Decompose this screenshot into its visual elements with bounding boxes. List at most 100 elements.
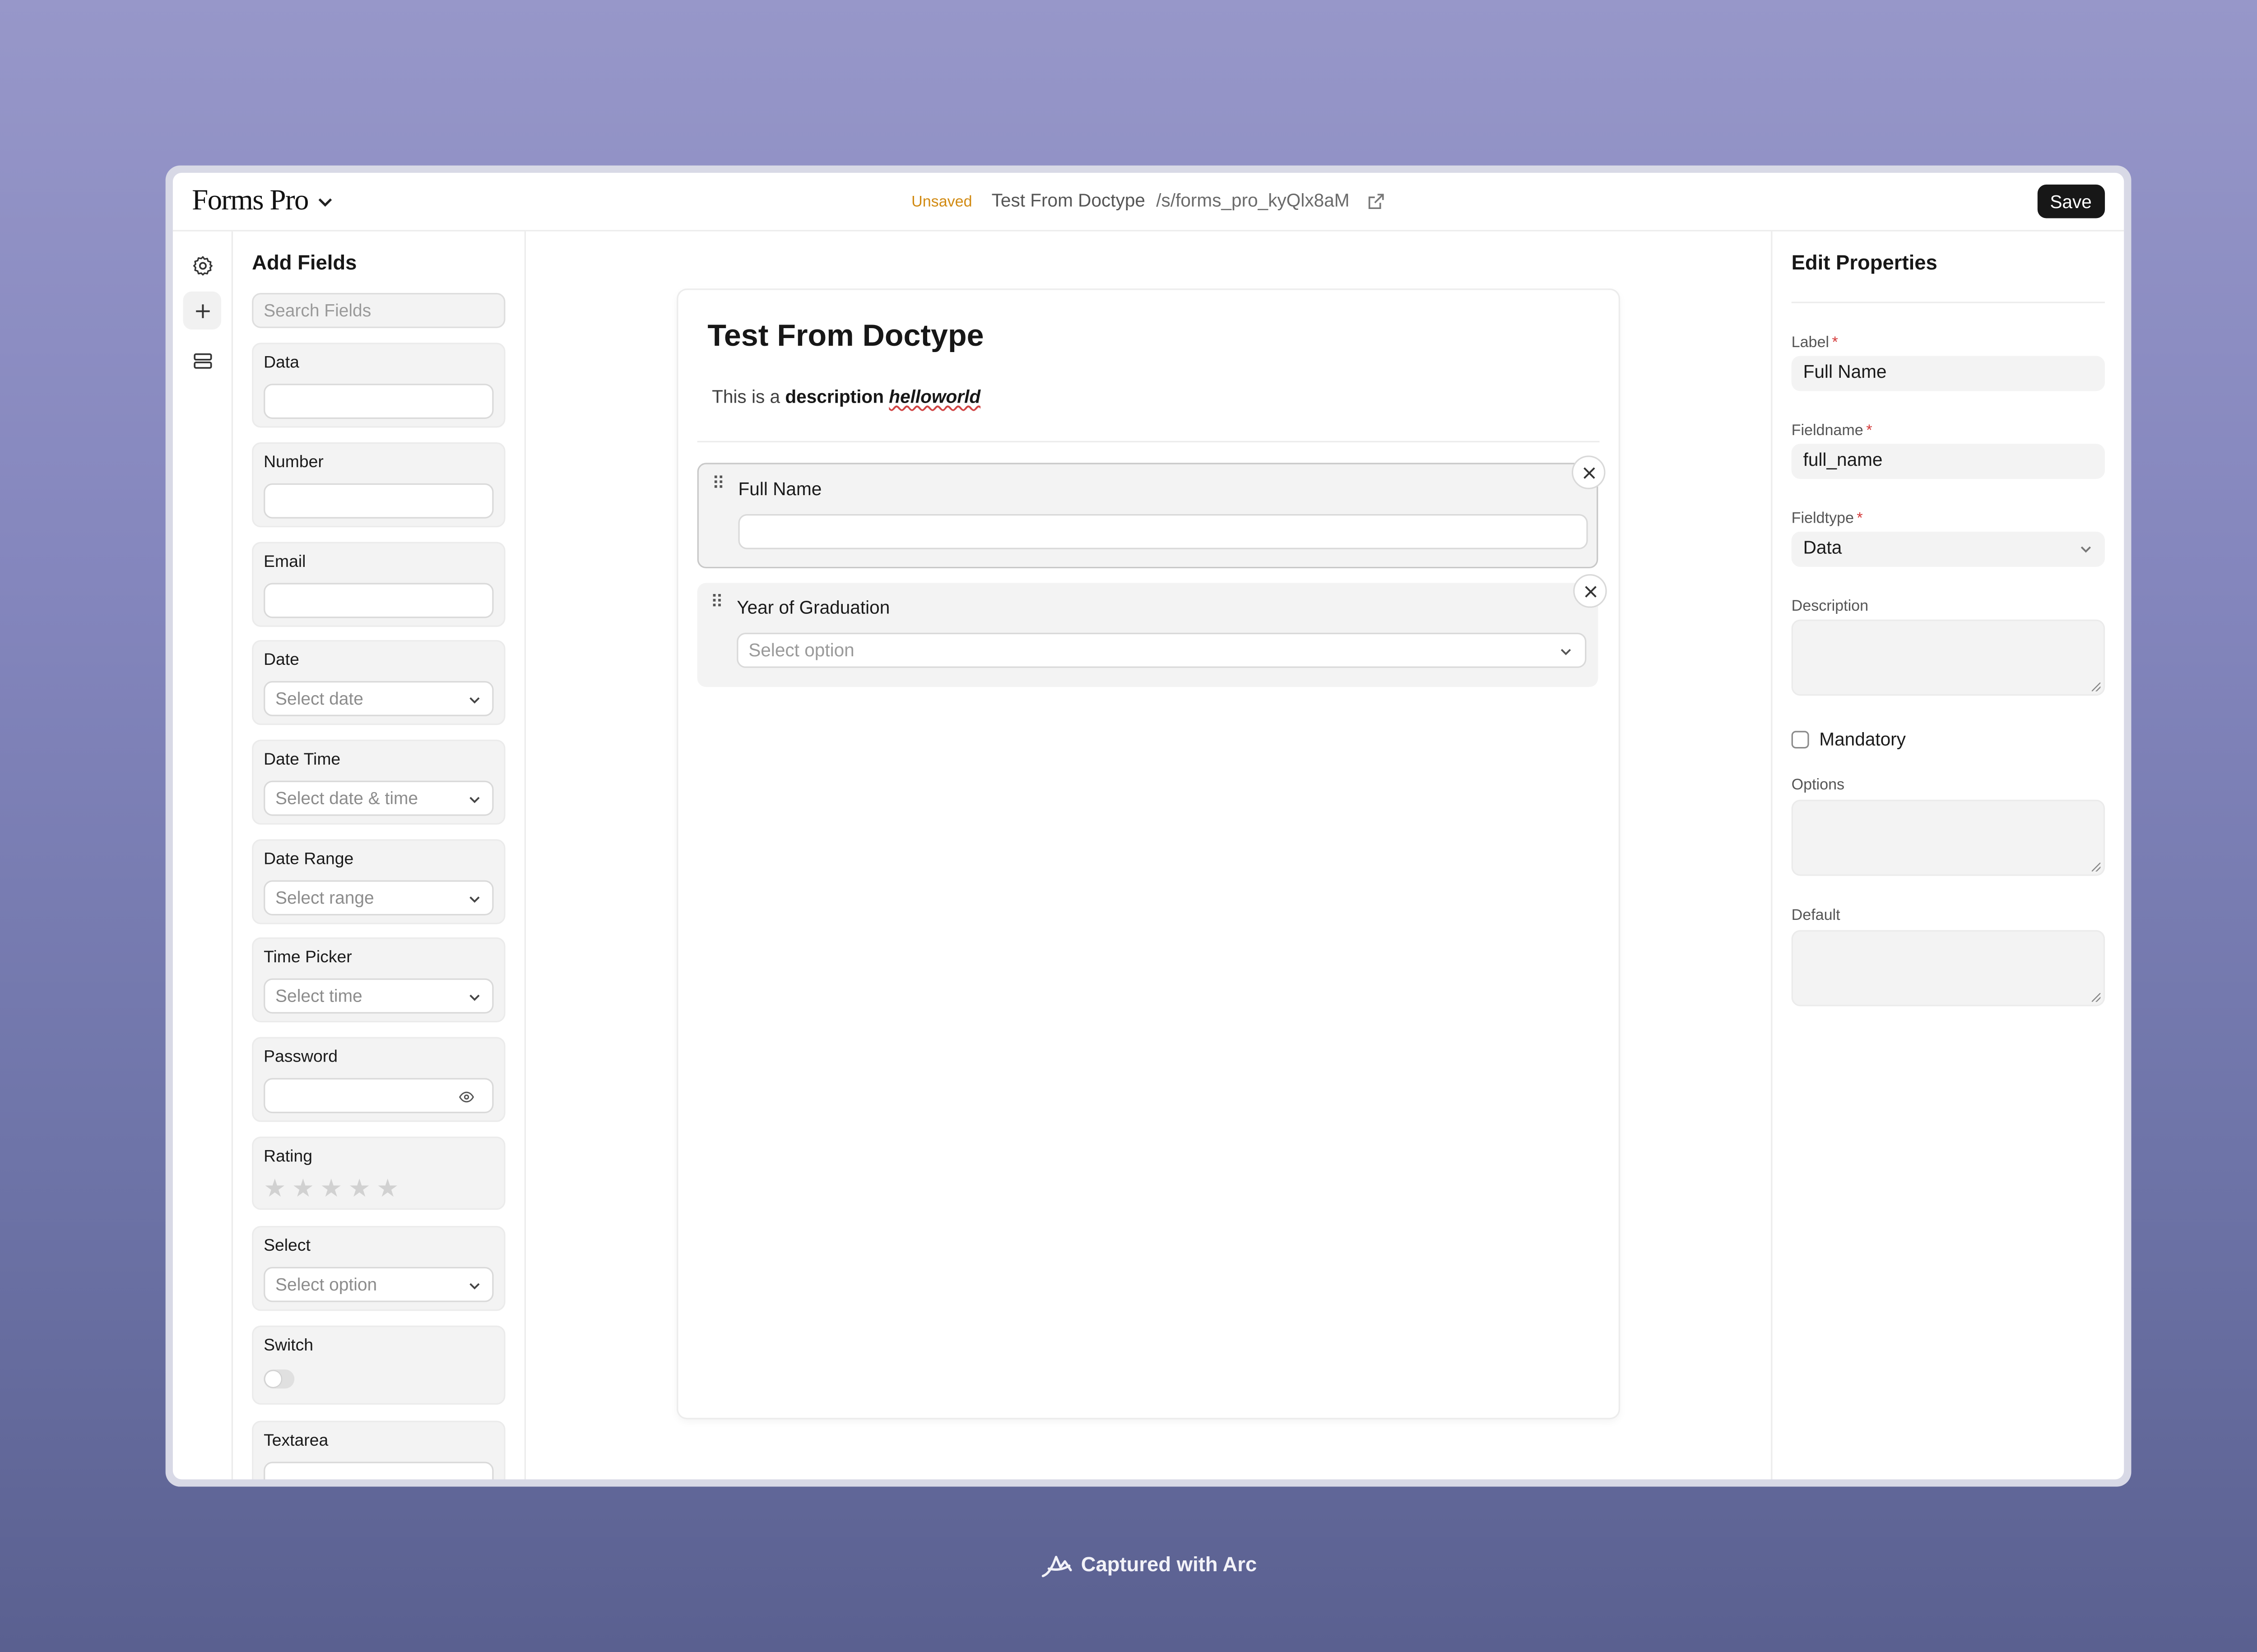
divider: [697, 441, 1600, 442]
mandatory-checkbox[interactable]: Mandatory: [1791, 729, 1906, 750]
properties-title: Edit Properties: [1791, 250, 1937, 274]
star-icon: ★: [292, 1174, 315, 1203]
required-mark: *: [1857, 510, 1863, 528]
drag-handle-icon[interactable]: ⠿: [711, 593, 723, 611]
remove-field-button[interactable]: [1573, 574, 1607, 608]
form-info: Unsaved Test From Doctype /s/forms_pro_k…: [173, 190, 2124, 211]
description-bold: description: [785, 386, 884, 408]
fieldtype-select[interactable]: Data: [1791, 531, 2105, 567]
form-field-label: Year of Graduation: [737, 597, 890, 618]
rating-stars: ★ ★ ★ ★ ★: [264, 1176, 399, 1201]
status-badge: Unsaved: [911, 193, 972, 211]
field-card-number[interactable]: Number: [252, 442, 506, 528]
field-preview-select: Select range: [264, 880, 494, 916]
app-window: Forms Pro Unsaved Test From Doctype /s/f…: [165, 165, 2132, 1487]
chevron-down-icon: [2081, 546, 2091, 553]
layout-button[interactable]: [183, 341, 221, 379]
form-description[interactable]: This is a description helloworld: [712, 387, 980, 407]
field-card-select[interactable]: Select Select option: [252, 1226, 506, 1311]
field-preview-input: [264, 483, 494, 519]
required-mark: *: [1832, 334, 1838, 352]
star-icon: ★: [320, 1174, 343, 1203]
star-icon: ★: [376, 1174, 399, 1203]
chevron-down-icon: [469, 797, 480, 803]
add-fields-title: Add Fields: [252, 250, 357, 274]
app-frame: Forms Pro Unsaved Test From Doctype /s/f…: [172, 172, 2124, 1480]
settings-button[interactable]: [183, 246, 221, 284]
form-title[interactable]: Test From Doctype: [707, 319, 984, 354]
fieldtype-field-label: Fieldtype *: [1792, 510, 1863, 527]
eye-icon: [459, 1091, 474, 1103]
field-card-label: Email: [264, 553, 306, 571]
options-field-label: Options: [1791, 776, 1845, 794]
field-preview-textarea: [264, 1462, 494, 1480]
field-preview-placeholder: Select time: [275, 985, 362, 1007]
field-card-rating[interactable]: Rating ★ ★ ★ ★ ★: [252, 1137, 506, 1210]
form-field-year-of-graduation[interactable]: ⠿ Year of Graduation Select option: [697, 574, 1607, 687]
form-title-label: Test From Doctype: [991, 190, 1145, 211]
description-text: This is a: [712, 386, 785, 408]
top-bar: Forms Pro Unsaved Test From Doctype /s/f…: [172, 173, 2124, 232]
mandatory-label: Mandatory: [1819, 729, 1906, 750]
switch-preview: [264, 1369, 295, 1389]
form-canvas: Test From Doctype This is a description …: [525, 231, 1771, 1480]
fieldname-input[interactable]: full_name: [1791, 444, 2105, 479]
form-route: /s/forms_pro_kyQlx8aM: [1156, 190, 1350, 211]
save-button[interactable]: Save: [2037, 184, 2105, 218]
chevron-down-icon: [469, 896, 480, 903]
stack-icon: [193, 353, 211, 368]
chevron-down-icon: [469, 697, 480, 704]
description-textarea[interactable]: [1791, 619, 2105, 696]
star-icon: ★: [348, 1174, 371, 1203]
default-field-label: Default: [1791, 906, 1840, 924]
add-fields-panel: Add Fields Search Fields Data Number Ema…: [233, 231, 526, 1480]
fieldname-field-label: Fieldname *: [1792, 422, 1872, 440]
label-input[interactable]: Full Name: [1791, 356, 2105, 391]
add-field-button[interactable]: [183, 291, 221, 330]
field-preview-select: Select date: [264, 681, 494, 716]
fieldname-text: Fieldname: [1791, 422, 1863, 440]
field-preview-input: [264, 583, 494, 618]
chevron-down-icon: [469, 994, 480, 1001]
field-card-email[interactable]: Email: [252, 542, 506, 627]
fieldtype-value: Data: [1803, 537, 1842, 558]
close-icon: [1583, 466, 1594, 478]
field-card-textarea[interactable]: Textarea: [252, 1420, 506, 1480]
field-card-label: Date Time: [264, 751, 341, 769]
field-card-label: Number: [264, 454, 324, 472]
field-card-switch[interactable]: Switch: [252, 1325, 506, 1405]
checkbox[interactable]: [1791, 731, 1809, 749]
field-preview-input: [264, 384, 494, 419]
drag-handle-icon[interactable]: ⠿: [712, 474, 724, 492]
arc-logo-icon: [1041, 1555, 1072, 1578]
fieldtype-text: Fieldtype: [1791, 510, 1854, 528]
field-preview-placeholder: Select range: [275, 887, 374, 908]
field-preview-placeholder: Select date & time: [275, 788, 418, 809]
search-input[interactable]: Search Fields: [252, 293, 506, 328]
field-card-label: Rating: [264, 1148, 312, 1166]
external-link-icon[interactable]: [1366, 192, 1385, 211]
default-textarea[interactable]: [1791, 930, 2105, 1007]
field-preview-select: Select date & time: [264, 780, 494, 816]
field-card-label: Switch: [264, 1337, 314, 1355]
field-card-date-time[interactable]: Date Time Select date & time: [252, 739, 506, 825]
field-card-label: Select: [264, 1238, 311, 1255]
field-card-data[interactable]: Data: [252, 343, 506, 428]
field-card-date-range[interactable]: Date Range Select range: [252, 839, 506, 924]
form-field-input[interactable]: [738, 514, 1588, 549]
form-field-select[interactable]: Select option: [737, 632, 1587, 668]
star-icon: ★: [264, 1174, 286, 1203]
field-preview-input: [264, 1078, 494, 1114]
field-preview-select: Select time: [264, 978, 494, 1014]
options-textarea[interactable]: [1791, 799, 2105, 876]
field-card-time-picker[interactable]: Time Picker Select time: [252, 937, 506, 1023]
field-card-password[interactable]: Password: [252, 1037, 506, 1122]
label-field-label: Label *: [1792, 334, 1838, 352]
remove-field-button[interactable]: [1571, 455, 1606, 489]
field-card-date[interactable]: Date Select date: [252, 640, 506, 725]
chevron-down-icon: [469, 1283, 480, 1290]
form-field-full-name[interactable]: ⠿ Full Name: [697, 455, 1606, 569]
field-card-label: Date: [264, 652, 299, 669]
description-italic: helloworld: [889, 386, 981, 408]
field-card-label: Password: [264, 1049, 338, 1067]
